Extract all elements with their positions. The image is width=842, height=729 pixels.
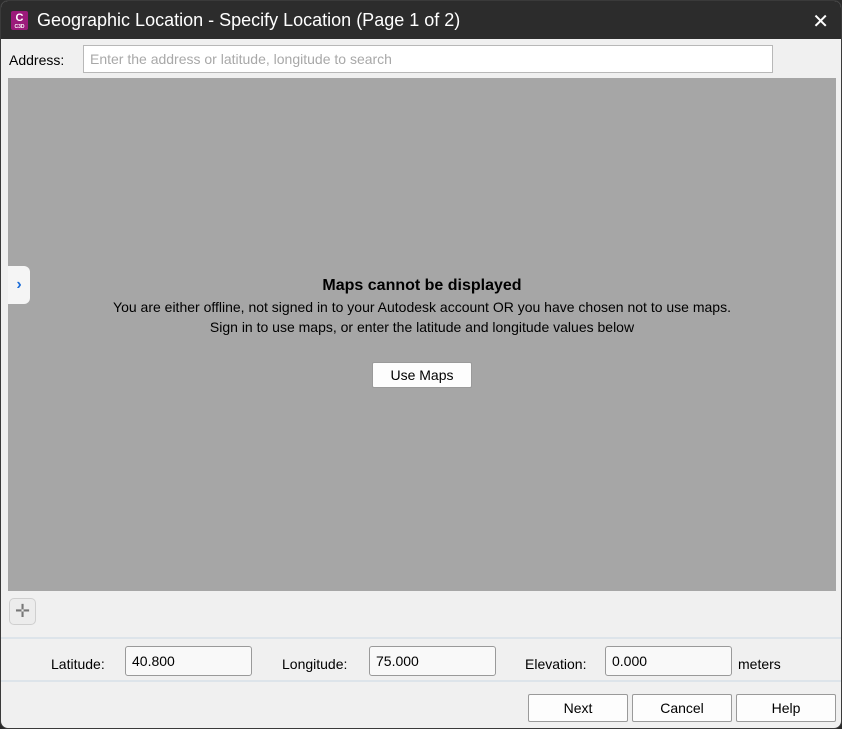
map-error-line1: You are either offline, not signed in to…	[113, 299, 731, 315]
map-error-title: Maps cannot be displayed	[322, 277, 522, 294]
civil3d-app-icon: C C3D	[11, 10, 28, 30]
window-title: Geographic Location - Specify Location (…	[37, 9, 461, 30]
elevation-field[interactable]	[605, 646, 732, 676]
address-label: Address:	[9, 52, 65, 68]
coordinates-panel: Latitude: Longitude: Elevation: meters	[1, 637, 841, 682]
longitude-field[interactable]	[369, 646, 496, 676]
latitude-field[interactable]	[125, 646, 252, 676]
map-error-line2: Sign in to use maps, or enter the latitu…	[209, 319, 635, 335]
geographic-location-dialog: C C3D Geographic Location - Specify Locat…	[0, 0, 842, 729]
close-icon[interactable]: ✕	[812, 9, 829, 34]
address-input[interactable]	[83, 45, 773, 73]
help-button[interactable]: Help	[736, 694, 836, 722]
crosshair-icon[interactable]: ✛	[9, 598, 36, 625]
title-bar: C C3D Geographic Location - Specify Locat…	[1, 1, 841, 39]
latitude-label: Latitude:	[51, 656, 105, 672]
longitude-label: Longitude:	[282, 656, 348, 672]
next-button[interactable]: Next	[528, 694, 628, 722]
elevation-units: meters	[738, 656, 781, 672]
cancel-button[interactable]: Cancel	[632, 694, 732, 722]
elevation-label: Elevation:	[525, 656, 587, 672]
use-maps-button[interactable]: Use Maps	[372, 362, 472, 388]
